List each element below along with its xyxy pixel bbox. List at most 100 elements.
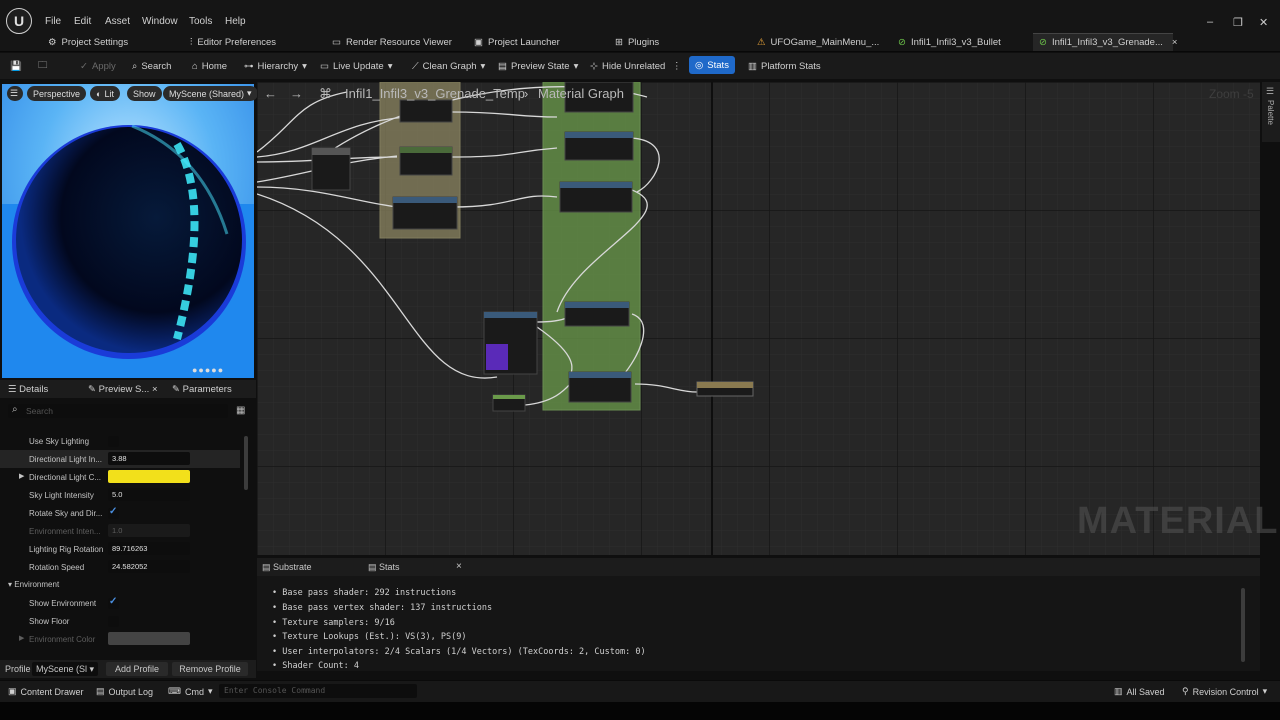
- clean-graph-button[interactable]: ⟋ Clean Graph ▾: [412, 58, 485, 74]
- cmd-dropdown[interactable]: ⌨ Cmd ▾: [168, 686, 213, 697]
- profile-dropdown[interactable]: MyScene (Sl ▾: [32, 662, 98, 676]
- console-input[interactable]: Enter Console Command: [219, 684, 417, 698]
- prop-lighting-rig-rotation[interactable]: Lighting Rig Rotation 89.716263: [0, 540, 240, 558]
- use-sky-lighting-checkbox[interactable]: [108, 436, 119, 447]
- tab-parameters[interactable]: ✎ Parameters: [172, 384, 232, 395]
- tab-substrate[interactable]: ▤ Substrate: [262, 562, 312, 573]
- lighting-rig-rotation-field[interactable]: 89.716263: [108, 542, 190, 555]
- expand-arrow-icon[interactable]: ▶: [19, 472, 24, 480]
- chevron-down-icon: ▾: [387, 60, 393, 72]
- rotate-sky-checkbox[interactable]: [108, 506, 119, 519]
- close-window-icon[interactable]: ✕: [1259, 16, 1268, 29]
- prop-sky-light-intensity[interactable]: Sky Light Intensity 5.0: [0, 486, 240, 504]
- search-button[interactable]: ⌕ Search: [132, 58, 171, 74]
- stats-line: • Base pass shader: 292 instructions: [272, 588, 457, 598]
- directional-intensity-field[interactable]: 3.88: [108, 452, 190, 465]
- tab-ufogame-mainmenu[interactable]: ⚠ UFOGame_MainMenu_...: [757, 33, 879, 51]
- breadcrumb-graph[interactable]: Material Graph: [538, 86, 624, 101]
- nav-forward-icon[interactable]: →: [290, 86, 303, 101]
- tab-plugins[interactable]: ⊞ Plugins: [615, 33, 659, 51]
- show-environment-checkbox[interactable]: [108, 596, 119, 609]
- prop-use-sky-lighting[interactable]: Use Sky Lighting: [0, 432, 240, 450]
- launcher-icon: ▣: [474, 36, 483, 48]
- tab-bullet-material[interactable]: ⊘ Infil1_Infil3_v3_Bullet: [898, 33, 1001, 51]
- stats-line: • Texture Lookups (Est.): VS(3), PS(9): [272, 632, 467, 642]
- perspective-button[interactable]: Perspective: [27, 86, 87, 101]
- nodes-icon: ⊹: [590, 60, 598, 72]
- prop-show-floor[interactable]: Show Floor: [0, 612, 240, 630]
- tab-label: Infil1_Infil3_v3_Bullet: [910, 36, 1001, 48]
- menu-tools[interactable]: Tools: [189, 16, 212, 27]
- chevron-down-icon: ▾: [1262, 686, 1268, 696]
- tab-project-settings[interactable]: ⚙ Project Settings: [48, 33, 128, 51]
- tab-render-resource-viewer[interactable]: ▭ Render Resource Viewer: [332, 33, 452, 51]
- nav-back-icon[interactable]: ←: [264, 86, 277, 101]
- minimize-icon[interactable]: –: [1207, 16, 1213, 28]
- preview-state-button[interactable]: ▤ Preview State ▾: [498, 58, 578, 74]
- preview-viewport[interactable]: [2, 84, 254, 378]
- prop-directional-light-color[interactable]: ▶ Directional Light C...: [0, 468, 240, 486]
- add-profile-button[interactable]: Add Profile: [106, 662, 168, 676]
- menu-edit[interactable]: Edit: [74, 16, 91, 27]
- stats-scrollbar[interactable]: [1241, 588, 1245, 662]
- prop-directional-light-intensity[interactable]: Directional Light In... 3.88: [0, 450, 240, 468]
- lit-button[interactable]: ◐ Lit: [90, 86, 120, 101]
- unreal-logo-icon[interactable]: U: [6, 8, 32, 34]
- hide-unrelated-button[interactable]: ⊹ Hide Unrelated: [590, 58, 665, 74]
- close-tab-icon[interactable]: ×: [1172, 37, 1178, 48]
- chevron-down-icon: ▾: [247, 88, 252, 98]
- menu-window[interactable]: Window: [142, 16, 178, 27]
- hierarchy-icon: ⊶: [244, 60, 254, 72]
- stats-button[interactable]: ◎ Stats: [689, 56, 735, 74]
- grid-view-icon[interactable]: ▦: [236, 405, 245, 416]
- menu-asset[interactable]: Asset: [105, 16, 130, 27]
- close-tab-icon[interactable]: ×: [152, 384, 158, 395]
- all-saved-indicator[interactable]: ▥ All Saved: [1114, 686, 1165, 697]
- monitor-icon: ▭: [332, 36, 341, 48]
- preview-mesh-icons[interactable]: ●●●●●: [192, 365, 224, 375]
- menu-help[interactable]: Help: [225, 16, 246, 27]
- more-options-icon[interactable]: ⋮: [672, 58, 682, 74]
- tab-stats[interactable]: ▤ Stats: [368, 562, 400, 573]
- palette-tab[interactable]: Palette ☰: [1262, 82, 1280, 142]
- live-update-button[interactable]: ▭ Live Update ▾: [320, 58, 392, 74]
- browse-icon[interactable]: 🗀: [38, 58, 48, 74]
- prop-show-environment[interactable]: Show Environment: [0, 594, 240, 612]
- save-icon[interactable]: 💾: [10, 58, 22, 74]
- viewport-menu-icon[interactable]: ☰: [7, 86, 23, 101]
- output-log-button[interactable]: ▤ Output Log: [96, 686, 153, 697]
- maximize-icon[interactable]: ❐: [1233, 16, 1243, 29]
- home-button[interactable]: ⌂ Home: [192, 58, 227, 74]
- prop-label: Environment Color: [29, 635, 96, 644]
- tab-project-launcher[interactable]: ▣ Project Launcher: [474, 33, 560, 51]
- tab-editor-preferences[interactable]: ⫶ Editor Preferences: [190, 33, 276, 51]
- environment-category-header[interactable]: ▾ Environment: [8, 580, 59, 589]
- environment-header-label: Environment: [14, 580, 60, 589]
- chevron-down-icon: ▾: [573, 60, 579, 72]
- scene-dropdown[interactable]: MyScene (Shared) ▾: [163, 86, 258, 101]
- content-drawer-button[interactable]: ▣ Content Drawer: [8, 686, 84, 697]
- tab-grenade-material[interactable]: ⊘ Infil1_Infil3_v3_Grenade... ×: [1033, 33, 1177, 51]
- material-graph-canvas[interactable]: [257, 82, 1260, 555]
- menu-file[interactable]: File: [45, 16, 61, 27]
- close-tab-icon[interactable]: ×: [456, 561, 462, 572]
- prop-rotate-sky[interactable]: Rotate Sky and Dir...: [0, 504, 240, 522]
- tab-details[interactable]: ☰ Details: [8, 384, 48, 395]
- hierarchy-button[interactable]: ⊶ Hierarchy ▾: [244, 58, 307, 74]
- platform-stats-button[interactable]: ▥ Platform Stats: [748, 58, 821, 74]
- preview-label: Preview S...: [98, 384, 150, 395]
- details-search-input[interactable]: Search: [8, 404, 228, 418]
- sky-light-intensity-field[interactable]: 5.0: [108, 488, 190, 501]
- apply-button[interactable]: ✓ Apply: [80, 58, 116, 74]
- directional-color-swatch[interactable]: [108, 470, 190, 483]
- stats-text: Texture samplers: 9/16: [282, 618, 395, 628]
- rotation-speed-field[interactable]: 24.582052: [108, 560, 190, 573]
- tab-preview-scene[interactable]: ✎ Preview S... ×: [88, 384, 158, 395]
- revision-control-button[interactable]: ⚲ Revision Control ▾: [1182, 686, 1267, 697]
- details-scrollbar[interactable]: [244, 436, 248, 490]
- remove-profile-button[interactable]: Remove Profile: [172, 662, 248, 676]
- show-floor-checkbox[interactable]: [108, 616, 119, 627]
- breadcrumb-asset[interactable]: Infil1_Infil3_v3_Grenade_Temp: [345, 86, 525, 101]
- prop-rotation-speed[interactable]: Rotation Speed 24.582052: [0, 558, 240, 576]
- show-button[interactable]: Show: [127, 86, 162, 101]
